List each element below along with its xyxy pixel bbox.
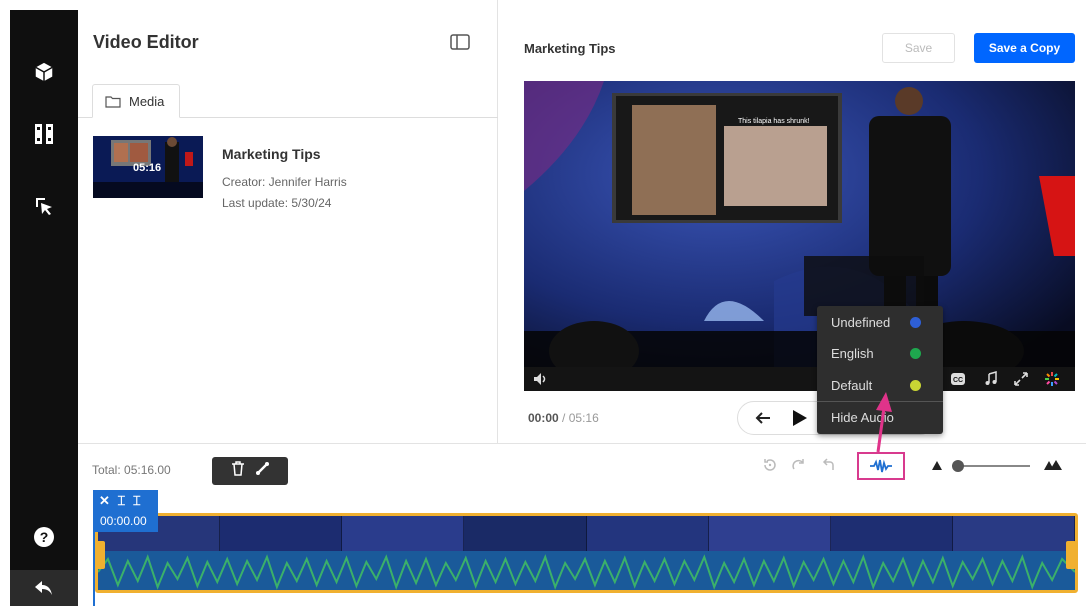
audio-option-label: Undefined (831, 314, 891, 330)
audio-option-undefined[interactable]: Undefined (817, 307, 943, 337)
timeline-clip[interactable] (95, 513, 1078, 593)
video-frame: This tilapia has shrunk! (524, 81, 1075, 391)
entry-thumbnail[interactable]: 05:16 (93, 136, 203, 198)
zoom-slider[interactable] (932, 458, 1072, 474)
clip-start-handle[interactable] (95, 541, 105, 569)
help-icon[interactable]: ? (10, 517, 78, 557)
preview-panel: Marketing Tips Save Save a Copy This til… (498, 0, 1086, 443)
undo-icon[interactable] (820, 457, 836, 478)
save-button[interactable]: Save (882, 33, 955, 63)
svg-text:CC: CC (953, 377, 963, 384)
timeline-area: Total: 05:16.00 ✕ ⌶ ⌶ 00:00.00 (78, 443, 1086, 606)
save-copy-button[interactable]: Save a Copy (974, 33, 1075, 63)
entry-creator: Creator: Jennifer Harris (222, 175, 347, 189)
zoom-track[interactable] (954, 465, 1030, 467)
total-duration: 05:16 (568, 411, 599, 425)
link-icon[interactable] (255, 461, 270, 481)
media-panel: Video Editor Media 05:16 Marketing Tips … (78, 0, 498, 443)
time-separator: / (562, 411, 566, 425)
slide-caption: This tilapia has shrunk! (738, 118, 810, 125)
redo-icon[interactable] (791, 457, 807, 478)
page-title: Video Editor (93, 32, 199, 52)
music-note-icon[interactable] (983, 371, 999, 391)
folder-icon (105, 95, 121, 108)
back-icon[interactable] (10, 570, 78, 606)
sidebar: ? (10, 10, 78, 606)
video-title: Marketing Tips (524, 41, 616, 56)
tab-media[interactable]: Media (92, 84, 180, 118)
play-icon[interactable] (790, 409, 808, 432)
film-icon[interactable] (10, 114, 78, 154)
clip-tool-badge: ✕ ⌶ ⌶ 00:00.00 (93, 490, 158, 532)
cube-icon[interactable] (10, 52, 78, 92)
video-editor-app: ? Video Editor Media 05:16 Marketing Tip… (0, 0, 1086, 606)
annotation-arrow-icon (876, 392, 892, 453)
reset-icon[interactable] (762, 457, 778, 478)
cursor-select-icon[interactable] (10, 186, 78, 226)
track-color-dot (910, 348, 921, 359)
audio-waveform-button[interactable] (857, 452, 905, 480)
zoom-handle[interactable] (952, 460, 964, 472)
svg-text:?: ? (40, 529, 49, 545)
playhead[interactable] (93, 532, 95, 606)
clip-action-toolbar (212, 457, 288, 485)
entry-name[interactable]: Marketing Tips (222, 146, 321, 162)
track-color-dot (910, 317, 921, 328)
video-player[interactable]: This tilapia has shrunk! CC (524, 81, 1075, 391)
entry-duration: 05:16 (133, 162, 162, 174)
tab-media-label: Media (129, 93, 165, 109)
history-controls (762, 457, 836, 478)
clip-end-handle[interactable] (1066, 541, 1076, 569)
audio-waveform (98, 551, 1075, 590)
trim-tools-icon[interactable]: ✕ ⌶ ⌶ (99, 493, 143, 509)
track-color-dot (910, 380, 921, 391)
zoom-out-icon[interactable] (932, 461, 942, 470)
player-controls: CC (524, 367, 1075, 391)
captions-icon[interactable]: CC (950, 371, 966, 391)
fullscreen-icon[interactable] (1013, 371, 1029, 391)
trash-icon[interactable] (231, 461, 245, 481)
volume-icon[interactable] (532, 371, 548, 391)
step-back-icon[interactable] (754, 410, 772, 431)
layout-toggle-icon[interactable] (450, 34, 470, 55)
waveform-icon (870, 459, 892, 473)
current-time: 00:00 (528, 411, 559, 425)
settings-icon[interactable] (1044, 371, 1060, 391)
zoom-in-icon[interactable] (1044, 460, 1062, 470)
time-readout: 00:00 / 05:16 (528, 411, 599, 425)
timeline-total: Total: 05:16.00 (92, 463, 171, 477)
entry-last-update: Last update: 5/30/24 (222, 196, 332, 210)
audio-option-english[interactable]: English (817, 338, 943, 368)
clip-time: 00:00.00 (100, 514, 147, 528)
audio-option-label: English (831, 345, 874, 361)
